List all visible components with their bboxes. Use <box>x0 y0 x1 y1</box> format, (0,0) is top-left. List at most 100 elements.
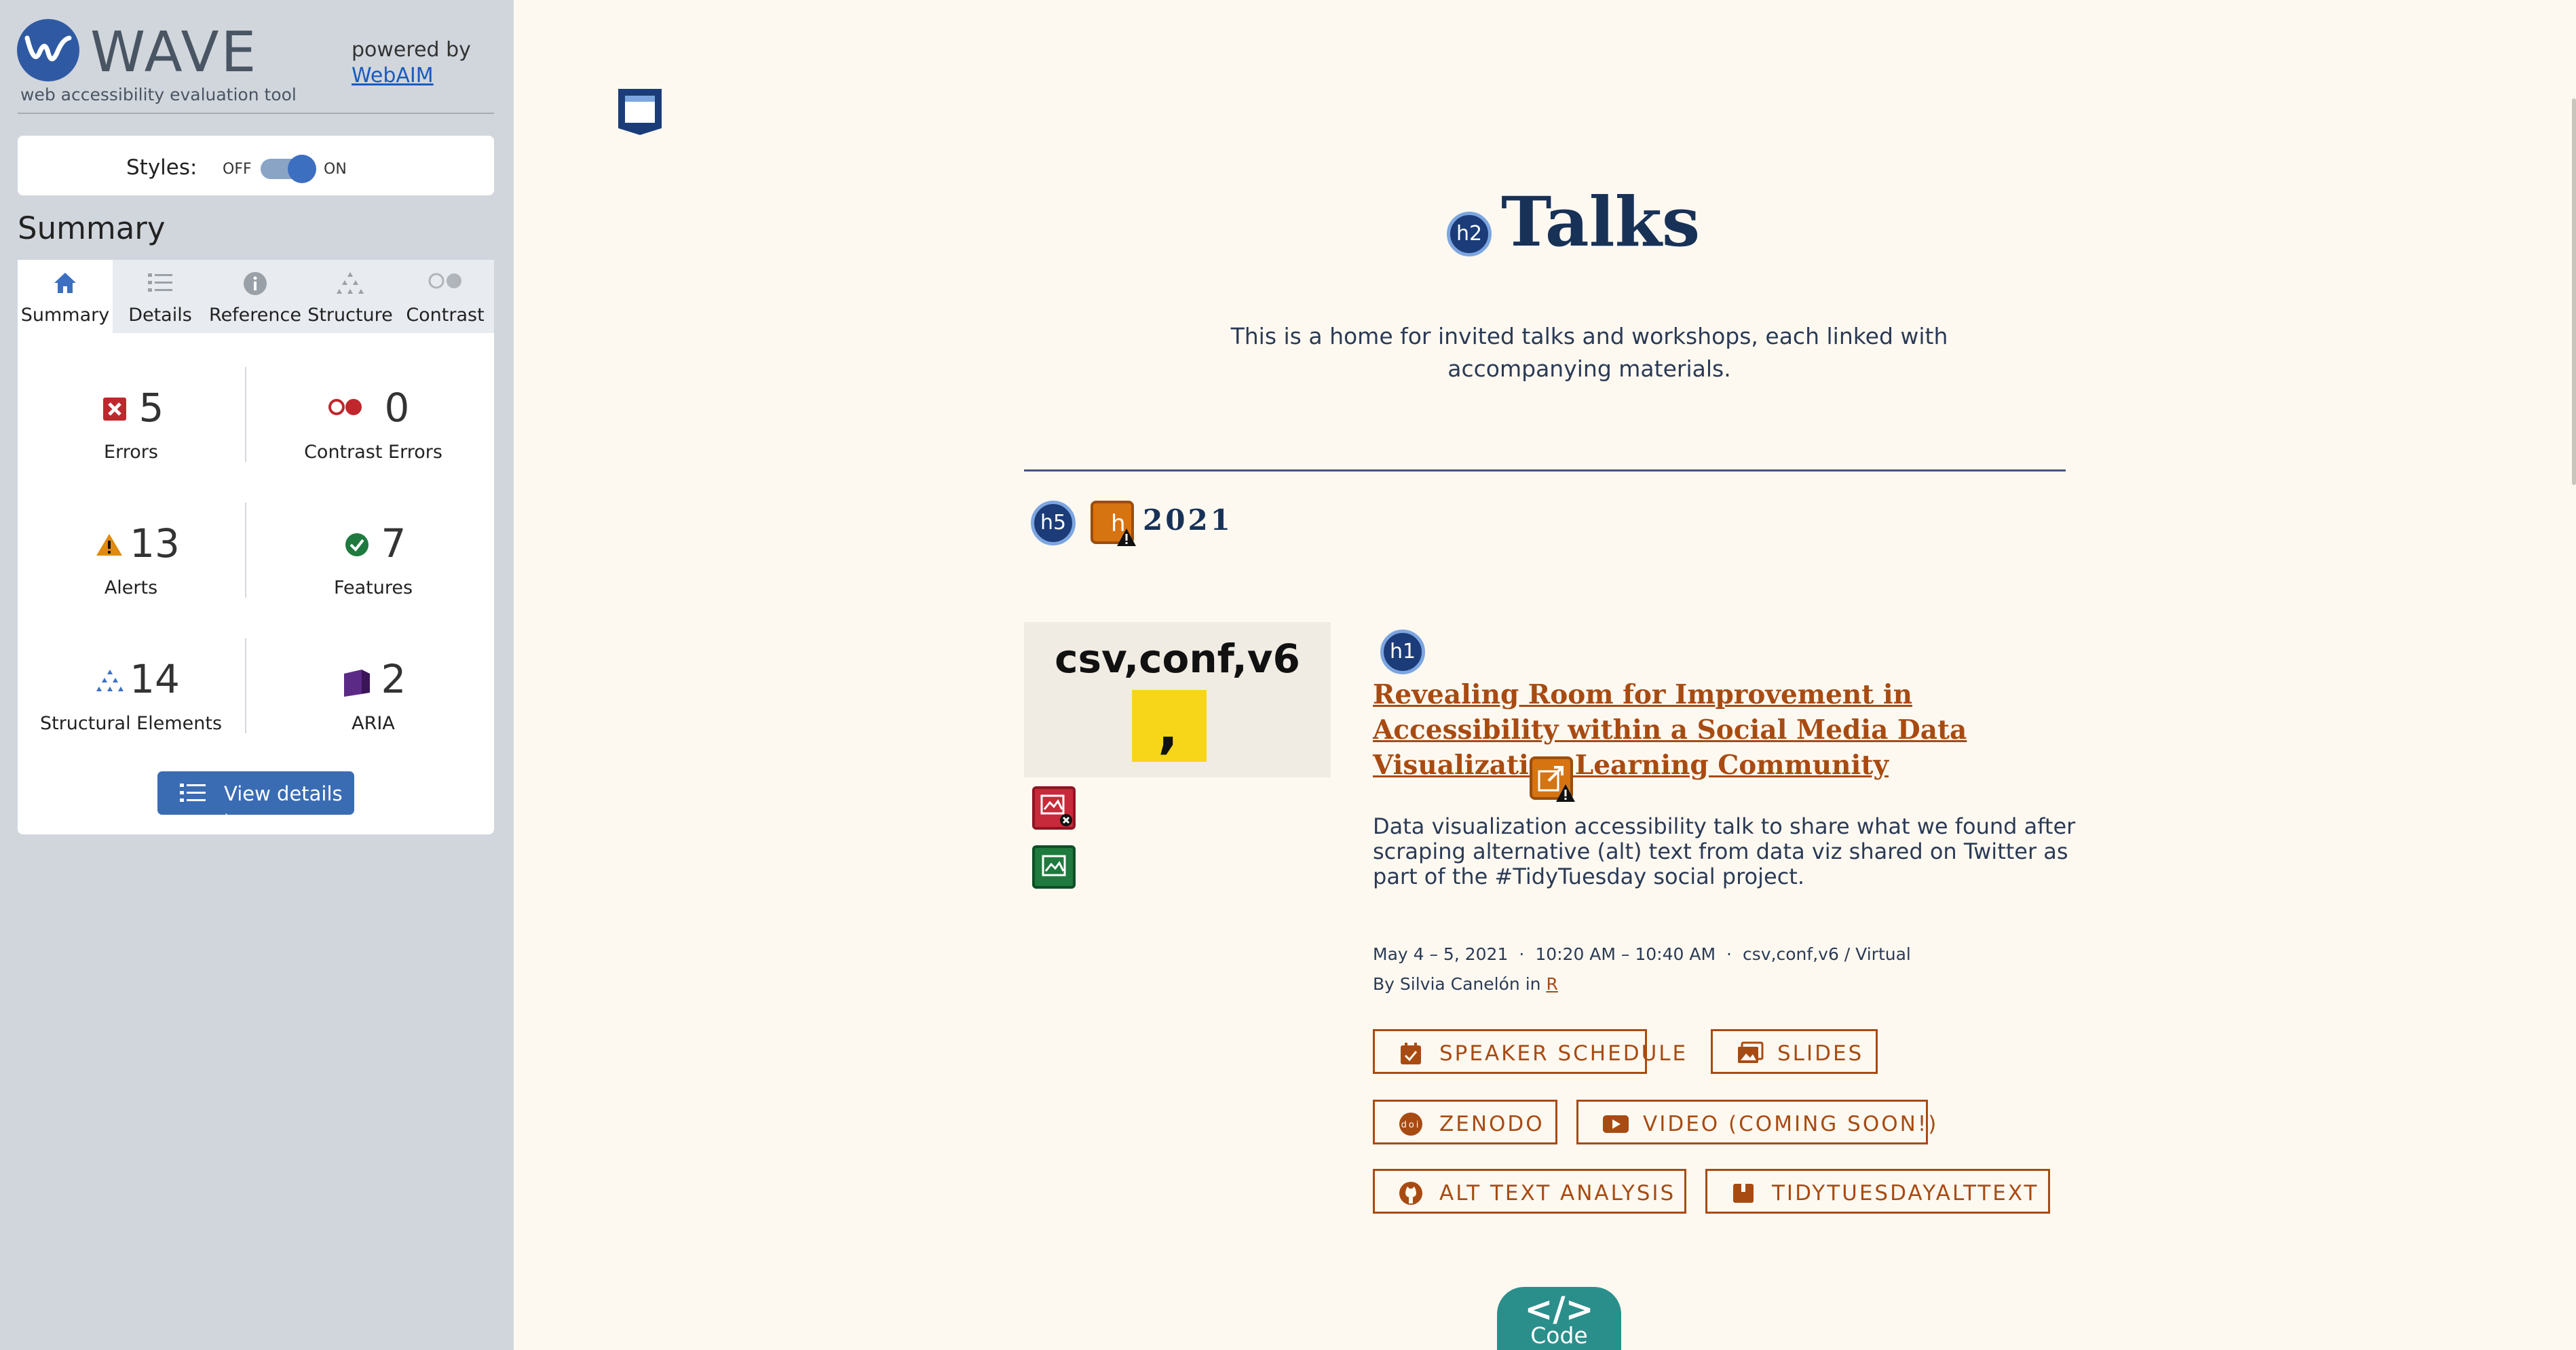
home-icon <box>54 273 76 293</box>
h1-heading-icon[interactable]: h1 <box>1380 630 1425 674</box>
github-icon <box>1399 1182 1422 1205</box>
summary-panel: 5 Errors 0 Contrast Errors 13 Alerts 7 F… <box>18 333 494 834</box>
code-label: Code <box>1530 1322 1588 1349</box>
thumbnail-logo: , <box>1132 690 1207 762</box>
wave-document-icon[interactable] <box>615 86 664 136</box>
wave-tabs: Summary Details Reference Structure Cont… <box>18 260 494 333</box>
warning-triangle-icon <box>1556 784 1575 802</box>
thumbnail-title: csv,conf,v6 <box>1055 636 1300 682</box>
tab-label: Reference <box>209 305 301 326</box>
category-link-r[interactable]: R <box>1546 974 1557 994</box>
page-content: h2 Talks This is a home for invited talk… <box>514 0 2576 1350</box>
new-window-link-alert-icon[interactable] <box>1530 756 1575 802</box>
features-stat[interactable]: 7 Features <box>265 520 482 602</box>
errors-count: 5 <box>138 385 164 431</box>
alerts-stat[interactable]: 13 Alerts <box>22 520 240 602</box>
tab-contrast[interactable]: Contrast <box>398 260 493 333</box>
header-divider <box>18 113 494 114</box>
slides-button[interactable]: SLIDES <box>1711 1029 1878 1074</box>
h2-heading-icon[interactable]: h2 <box>1447 212 1492 256</box>
images-icon <box>1738 1041 1764 1063</box>
image-feature-icon <box>1042 855 1066 876</box>
tab-structure[interactable]: Structure <box>303 260 398 333</box>
info-icon <box>244 272 267 295</box>
image-error-icon <box>1040 794 1072 826</box>
contrast-icon <box>428 273 461 289</box>
section-divider <box>1024 469 2066 471</box>
wave-sidebar: WAVE web accessibility evaluation tool p… <box>0 0 514 1350</box>
aria-label: ARIA <box>352 713 395 734</box>
h5-heading-icon[interactable]: h5 <box>1031 501 1076 545</box>
intro-text: This is a home for invited talks and wor… <box>1230 323 1948 382</box>
button-label: SLIDES <box>1777 1041 1864 1066</box>
aria-stat[interactable]: 2 ARIA <box>265 656 482 737</box>
contrast-errors-label: Contrast Errors <box>304 442 442 463</box>
toggle-off-label: OFF <box>223 161 252 178</box>
button-label: TIDYTUESDAYALTTEXT <box>1772 1181 2039 1206</box>
view-details-label: View details › <box>224 782 343 828</box>
tab-label: Details <box>128 305 192 326</box>
wave-logo-glyph-icon <box>24 35 72 62</box>
features-label: Features <box>333 577 413 598</box>
contrast-errors-count: 0 <box>384 385 410 431</box>
stat-divider <box>245 638 246 733</box>
talk-time: 10:20 AM – 10:40 AM <box>1535 944 1716 964</box>
list-icon <box>148 273 172 292</box>
talk-date: May 4 – 5, 2021 <box>1373 944 1509 964</box>
tidytuesdayalttext-button[interactable]: TIDYTUESDAYALTTEXT <box>1705 1169 2050 1214</box>
structural-label: Structural Elements <box>39 713 223 734</box>
author-text: By Silvia Canelón in <box>1373 974 1541 994</box>
alerts-count: 13 <box>130 520 180 566</box>
view-details-button[interactable]: View details › <box>157 771 354 828</box>
talk-description: Data visualization accessibility talk to… <box>1373 813 2076 889</box>
toggle-on-label: ON <box>324 161 347 178</box>
wave-logo-text: WAVE <box>90 20 259 85</box>
skipped-heading-alert-icon[interactable]: h <box>1091 501 1136 546</box>
tab-label: Summary <box>20 305 110 326</box>
doi-icon: doi <box>1399 1113 1422 1136</box>
powered-by-label: powered by <box>352 38 471 62</box>
alt-text-feature-icon[interactable] <box>1032 845 1076 889</box>
zenodo-button[interactable]: doi ZENODO <box>1373 1100 1557 1144</box>
structural-count: 14 <box>130 656 180 702</box>
youtube-icon <box>1603 1115 1629 1133</box>
talk-venue: csv,conf,v6 / Virtual <box>1743 944 1911 964</box>
calendar-check-icon <box>1401 1043 1421 1064</box>
wave-tagline: web accessibility evaluation tool <box>20 85 297 104</box>
tab-details[interactable]: Details <box>113 260 208 333</box>
missing-alt-error-icon[interactable] <box>1032 786 1076 830</box>
errors-label: Errors <box>104 442 158 463</box>
stat-divider <box>245 503 246 598</box>
code-toggle-button[interactable]: </> Code <box>1497 1287 1621 1350</box>
list-icon <box>180 784 206 802</box>
tab-reference[interactable]: Reference <box>208 260 303 333</box>
package-icon <box>1733 1184 1754 1203</box>
styles-toggle-knob[interactable] <box>288 155 316 183</box>
stat-divider <box>245 367 246 462</box>
features-count: 7 <box>381 520 406 566</box>
talk-thumbnail[interactable]: csv,conf,v6 , <box>1024 622 1331 777</box>
hierarchy-icon <box>337 272 364 294</box>
webaim-link[interactable]: WebAIM <box>352 64 434 88</box>
panel-title: Summary <box>18 210 166 246</box>
scrollbar-thumb[interactable] <box>2572 98 2576 485</box>
button-label: ALT TEXT ANALYSIS <box>1439 1181 1676 1206</box>
button-label: ZENODO <box>1439 1112 1545 1136</box>
tab-summary[interactable]: Summary <box>18 260 113 333</box>
talk-title-link[interactable]: Revealing Room for Improvement in Access… <box>1373 677 2051 783</box>
video-button[interactable]: VIDEO (COMING SOON!) <box>1576 1100 1936 1144</box>
speaker-schedule-button[interactable]: SPEAKER SCHEDULE <box>1373 1029 1686 1074</box>
alt-text-analysis-button[interactable]: ALT TEXT ANALYSIS <box>1373 1169 1686 1214</box>
warning-triangle-icon <box>1117 528 1136 546</box>
button-label: SPEAKER SCHEDULE <box>1439 1041 1688 1066</box>
aria-count: 2 <box>381 656 406 702</box>
talk-meta: May 4 – 5, 2021 · 10:20 AM – 10:40 AM · csv,… <box>1373 944 1911 964</box>
talk-author: By Silvia Canelón in R <box>1373 974 1558 994</box>
styles-toggle-box: Styles: OFF ON <box>18 136 494 195</box>
styles-label: Styles: <box>126 155 197 180</box>
structural-stat[interactable]: 14 Structural Elements <box>22 656 240 737</box>
button-label: VIDEO (COMING SOON!) <box>1643 1112 1939 1136</box>
alerts-label: Alerts <box>104 577 158 598</box>
contrast-errors-stat[interactable]: 0 Contrast Errors <box>265 385 482 466</box>
errors-stat[interactable]: 5 Errors <box>22 385 240 466</box>
